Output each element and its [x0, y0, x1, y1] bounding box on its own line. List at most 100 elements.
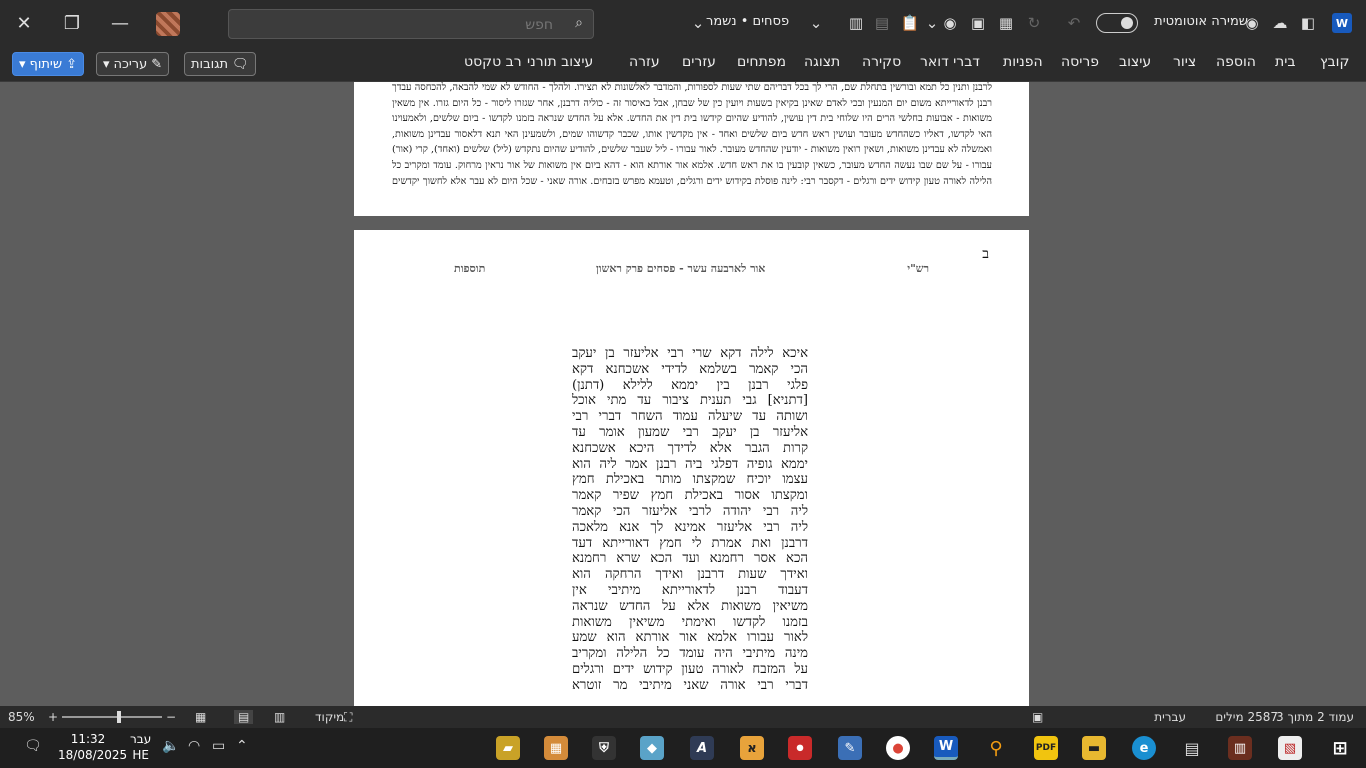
document-title[interactable]: פסחים • נשמר — [706, 14, 789, 29]
comments-button[interactable]: 🗨 תגובות — [184, 52, 256, 76]
page-count[interactable]: עמוד 2 מתוך 3 — [1276, 710, 1354, 724]
tab-rav-text[interactable]: רב טקסט — [464, 54, 522, 70]
tab-mailings[interactable]: דברי דואר — [920, 54, 980, 70]
gemara-line[interactable]: הכא אסר רחמנא ועד הכא שרא רחמנא — [572, 551, 808, 567]
minimize-icon[interactable]: — — [96, 0, 144, 46]
tab-file[interactable]: קובץ — [1320, 54, 1349, 70]
gemara-line[interactable]: איכא לילה דקא שרי רבי אליעזר בן יעקב — [572, 346, 808, 362]
security-shield-icon[interactable]: ⛨ — [592, 736, 616, 760]
focus-label[interactable]: מיקוד — [315, 710, 344, 724]
redo-icon[interactable]: ↻ — [1024, 13, 1044, 33]
pdf-icon[interactable]: PDF — [1034, 736, 1058, 760]
gemara-line[interactable]: דרבנן ואת אמרת לי חמץ דאורייתא דעד — [572, 536, 808, 552]
chevron-up-icon[interactable]: ⌃ — [236, 738, 248, 754]
tab-help[interactable]: עזרה — [629, 54, 660, 70]
web-layout-icon[interactable]: ▦ — [195, 710, 206, 724]
paint-app-icon[interactable]: ✎ — [838, 736, 862, 760]
share-button[interactable]: ⇪ שיתוף ▾ — [12, 52, 84, 76]
autosave-toggle[interactable] — [1096, 13, 1138, 33]
gemara-line[interactable]: ליה רבי אליעזר אמינא לך אנא מלאכה — [572, 520, 808, 536]
search-app-icon[interactable]: ⚲ — [984, 736, 1008, 760]
record-icon[interactable]: ◉ — [940, 13, 960, 33]
accessibility-icon[interactable]: ▣ — [1032, 710, 1043, 724]
gemara-line[interactable]: הכי קאמר בשלמא לדידי אשכחנא דקא — [572, 362, 808, 378]
gemara-line[interactable]: מינה מיתיבי היה עומד כל הלילה ומקריב — [572, 646, 808, 662]
read-mode-icon[interactable]: ▥ — [274, 710, 285, 724]
tab-developer[interactable]: מפתחים — [737, 54, 786, 70]
layout-icon[interactable]: ▥ — [846, 13, 866, 33]
gemara-line[interactable]: ומקצתו אסור באכילת חמץ שפיר קאמר — [572, 488, 808, 504]
gemara-line[interactable]: קרות הגבר אלא לדידך היכא אשכחנא — [572, 441, 808, 457]
gemara-line[interactable]: דעבוד רבנן לדאורייתא מיתיבי אין — [572, 583, 808, 599]
edge-icon[interactable]: e — [1132, 736, 1156, 760]
close-icon[interactable]: ✕ — [0, 0, 48, 46]
tab-layout[interactable]: פריסה — [1061, 54, 1099, 70]
gemara-line[interactable]: משיאין משואות אלא על החדש שנראה — [572, 599, 808, 615]
table-icon[interactable]: ▤ — [872, 13, 892, 33]
document-canvas[interactable]: לרבנן ותנין כל תמא ובורשין בתחלת שם, הרי… — [0, 82, 1366, 706]
chevron-down-icon[interactable]: ⌄ — [688, 13, 708, 33]
gemara-line[interactable]: עצמו יוכיח שמקצתו מותר באכילת חמץ — [572, 472, 808, 488]
notifications-icon[interactable]: 🗨 — [24, 738, 42, 754]
gemara-line[interactable]: דברי רבי אורה שאני מיתיבי מר זוטרא — [572, 678, 808, 694]
tab-torah-design[interactable]: עיצוב תורני — [527, 54, 593, 70]
library-icon[interactable]: ▥ — [1228, 736, 1252, 760]
zoom-slider[interactable] — [62, 716, 162, 718]
zoom-slider-thumb[interactable] — [117, 711, 121, 723]
page[interactable]: לרבנן ותנין כל תמא ובורשין בתחלת שם, הרי… — [354, 82, 1029, 216]
gemara-line[interactable]: ושותה עד שיעלה עמוד השחר דברי רבי — [572, 409, 808, 425]
avatar[interactable] — [156, 12, 180, 36]
clock[interactable]: 11:32 18/08/2025 — [58, 731, 127, 763]
word-count[interactable]: 2587 מילים — [1215, 710, 1278, 724]
tab-insert[interactable]: הוספה — [1216, 54, 1256, 70]
gemara-text[interactable]: איכא לילה דקא שרי רבי אליעזר בן יעקב הכי … — [572, 346, 808, 694]
page[interactable]: ב רש"י אור לארבעה עשר - פסחים פרק ראשון … — [354, 230, 1029, 706]
search-box[interactable]: ⌕ — [228, 9, 594, 39]
file-explorer-icon[interactable]: ▬ — [1082, 736, 1106, 760]
tab-view[interactable]: תצוגה — [804, 54, 840, 70]
customize-toolbar-icon[interactable]: ⌄ — [806, 13, 826, 33]
tab-draw[interactable]: ציור — [1173, 54, 1196, 70]
paste-icon[interactable]: 📋 — [900, 13, 920, 33]
rashi-tosafot-text[interactable]: לרבנן ותנין כל תמא ובורשין בתחלת שם, הרי… — [392, 82, 992, 190]
language-indicator[interactable]: עברית — [1154, 710, 1186, 724]
input-language[interactable]: עבר HE — [130, 731, 151, 763]
gemara-line[interactable]: פלגי רבנן בין יממא ללילא (דתנן) — [572, 378, 808, 394]
zoom-level[interactable]: 85% — [8, 710, 35, 724]
gemara-line[interactable]: ליה רבי יהודה לרבי אליעזר הכי קאמר — [572, 504, 808, 520]
tab-review[interactable]: סקירה — [862, 54, 901, 70]
gemara-line[interactable]: אליעזר בן יעקב רבי שמעון אומר עד — [572, 425, 808, 441]
book-app-icon[interactable]: ▦ — [544, 736, 568, 760]
gemara-line[interactable]: לאור עבורו אלמא אור אורתא הוא שמע — [572, 630, 808, 646]
gemara-line[interactable]: ואידך שעות דרבנן ואידך הרחקה הוא — [572, 567, 808, 583]
paste-dropdown-icon[interactable]: ⌄ — [922, 13, 942, 33]
gemara-line[interactable]: בזמנו לקדשו ואימתי משיאין משואות — [572, 615, 808, 631]
tab-design[interactable]: עיצוב — [1119, 54, 1151, 70]
form-icon[interactable]: ▣ — [968, 13, 988, 33]
sticky-notes-icon[interactable]: ▰ — [496, 736, 520, 760]
snipping-tool-icon[interactable]: ◆ — [640, 736, 664, 760]
gemara-line[interactable]: יממא גופיה דפלגי ביה רבנן אמר ליה הוא — [572, 457, 808, 473]
tab-references[interactable]: הפניות — [1003, 54, 1043, 70]
print-layout-icon[interactable]: ▤ — [234, 710, 254, 724]
wifi-icon[interactable]: ◠ — [188, 738, 200, 754]
screen-recorder-icon[interactable]: ⏺ — [788, 736, 812, 760]
gemara-line[interactable]: [דתניא] גבי תענית ציבור עד מתי אוכל — [572, 393, 808, 409]
word-taskbar-icon[interactable]: W — [934, 736, 958, 760]
undo-icon[interactable]: ↶ — [1064, 13, 1084, 33]
volume-icon[interactable]: 🔈 — [162, 738, 179, 754]
hebrew-app-icon[interactable]: א — [740, 736, 764, 760]
sidebar-icon[interactable]: ◧ — [1298, 13, 1318, 33]
bookshelf-icon[interactable]: ▧ — [1278, 736, 1302, 760]
task-view-icon[interactable]: ▤ — [1180, 736, 1204, 760]
chrome-icon[interactable]: ● — [886, 736, 910, 760]
search-input[interactable] — [253, 15, 553, 35]
focus-icon[interactable]: ⛶ — [344, 710, 352, 725]
windows-start-icon[interactable]: ⊞ — [1328, 736, 1352, 760]
tab-addins[interactable]: עזרים — [682, 54, 716, 70]
editing-mode-button[interactable]: ✎ עריכה ▾ — [96, 52, 170, 76]
cloud-icon[interactable]: ☁ — [1270, 13, 1290, 33]
font-app-icon[interactable]: A — [690, 736, 714, 760]
battery-icon[interactable]: ▭ — [212, 738, 225, 754]
zoom-out-icon[interactable]: − — [166, 710, 176, 724]
